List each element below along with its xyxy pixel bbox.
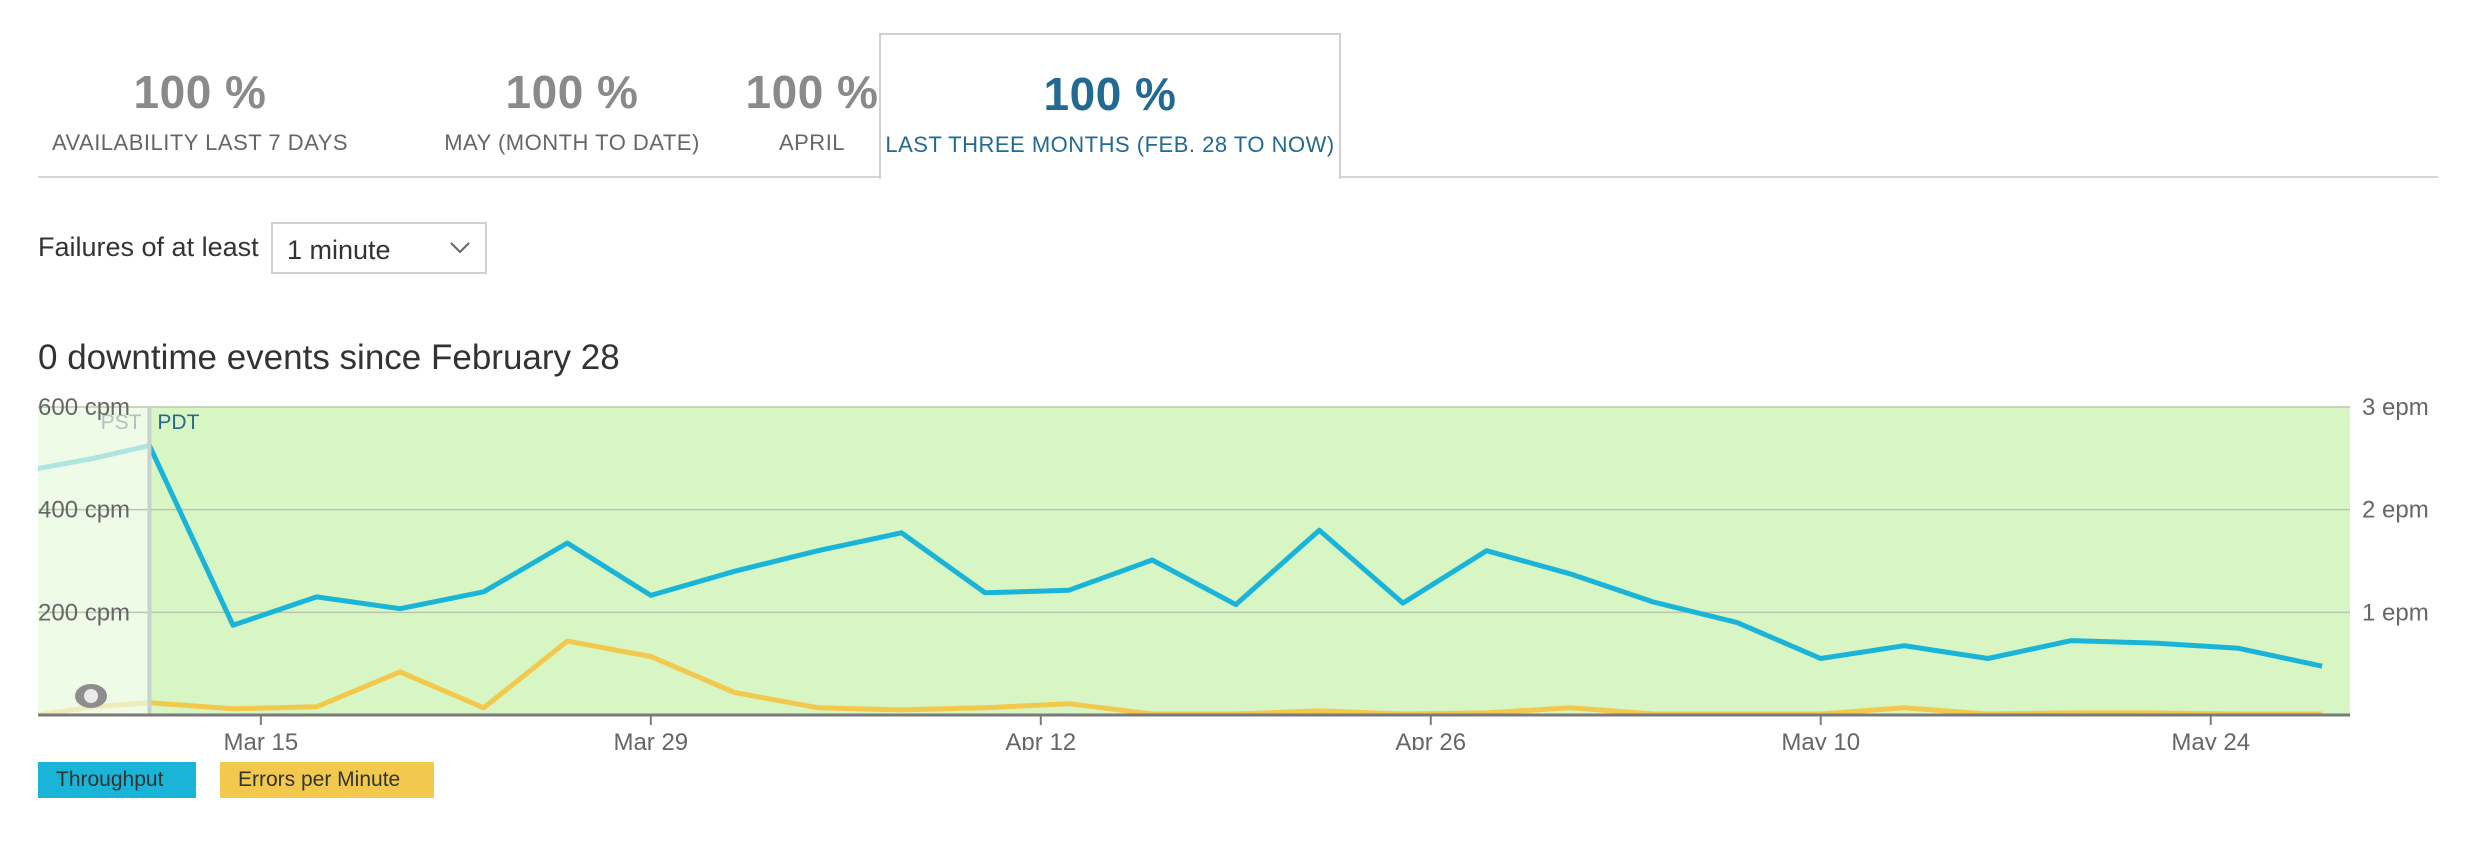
left-axis-tick: 200 cpm [38, 599, 130, 626]
chevron-down-icon [450, 242, 470, 254]
availability-chart: PST PDT600 cpm400 cpm200 cpm3 epm2 epm1 e… [38, 394, 2429, 750]
x-axis-tick: Mar 15 [223, 729, 298, 750]
eye-icon[interactable] [75, 684, 107, 708]
tab-label: AVAILABILITY LAST 7 DAYS [51, 130, 349, 155]
right-axis-tick: 1 epm [2362, 599, 2429, 626]
legend-throughput[interactable]: Throughput [38, 762, 196, 798]
tab-value: 100 % [133, 66, 267, 118]
tab-availability-last-7-days[interactable]: 100 % AVAILABILITY LAST 7 DAYS [38, 33, 362, 177]
x-axis-tick: May 10 [1781, 729, 1860, 750]
tab-value: 100 % [505, 66, 639, 118]
tab-label: MAY (MONTH TO DATE) [444, 130, 700, 155]
right-axis-tick: 2 epm [2362, 497, 2429, 524]
left-axis-tick: 600 cpm [38, 394, 130, 421]
failure-duration-value: 1 minute [287, 235, 391, 265]
plot-background [149, 407, 2351, 715]
x-axis-tick: Mar 29 [613, 729, 688, 750]
x-axis-tick: Apr 26 [1395, 729, 1466, 750]
failures-filter-label: Failures of at least [38, 232, 259, 262]
tab-last-three-months[interactable]: 100 % LAST THREE MONTHS (FEB. 28 TO NOW) [879, 33, 1341, 179]
tab-may-month-to-date[interactable]: 100 % MAY (MONTH TO DATE) [400, 33, 744, 177]
pdt-label: PDT [157, 411, 199, 434]
downtime-headline: 0 downtime events since February 28 [38, 338, 620, 377]
left-axis-tick: 400 cpm [38, 497, 130, 524]
x-axis-tick: Apr 12 [1005, 729, 1076, 750]
tab-value: 100 % [1043, 68, 1177, 120]
legend-errors-per-minute[interactable]: Errors per Minute [220, 762, 434, 798]
legend-label: Errors per Minute [238, 768, 401, 791]
right-axis-tick: 3 epm [2362, 394, 2429, 421]
legend-label: Throughput [56, 768, 164, 791]
availability-tabs: 100 % AVAILABILITY LAST 7 DAYS 100 % MAY… [38, 33, 2438, 179]
x-axis-tick: May 24 [2171, 729, 2250, 750]
tab-label: LAST THREE MONTHS (FEB. 28 TO NOW) [885, 132, 1335, 157]
pst-region [38, 407, 150, 715]
failure-duration-select[interactable]: 1 minute [271, 222, 487, 274]
